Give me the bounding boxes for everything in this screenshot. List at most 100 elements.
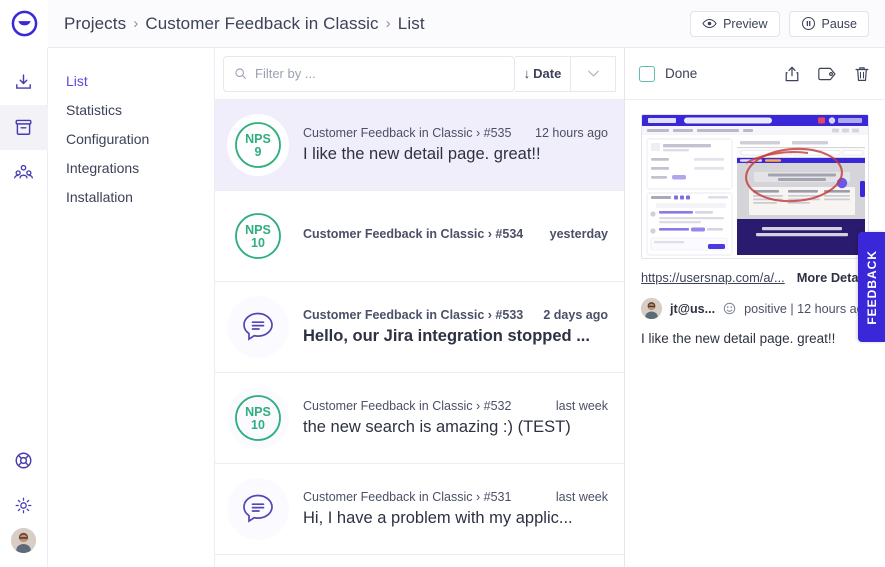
breadcrumb: Projects › Customer Feedback in Classic … bbox=[48, 14, 690, 34]
done-checkbox[interactable] bbox=[639, 66, 655, 82]
list-item[interactable]: Customer Feedback in Classic › #531 last… bbox=[215, 464, 624, 555]
nav-item-integrations[interactable]: Integrations bbox=[48, 153, 214, 182]
screenshot-thumbnail[interactable] bbox=[641, 114, 869, 259]
rail-item-settings[interactable] bbox=[0, 483, 48, 528]
app-root: Projects › Customer Feedback in Classic … bbox=[0, 0, 885, 567]
rail-item-inbox[interactable] bbox=[0, 60, 48, 105]
sort-dropdown-button[interactable] bbox=[571, 56, 616, 92]
list-item[interactable]: Customer Feedback in Classic › #533 2 da… bbox=[215, 282, 624, 373]
breadcrumb-item-projects[interactable]: Projects bbox=[64, 14, 126, 34]
search-field-wrapper[interactable] bbox=[223, 56, 515, 92]
breadcrumb-item-project[interactable]: Customer Feedback in Classic bbox=[145, 14, 378, 34]
sort-by-date-button[interactable]: ↓ Date bbox=[515, 56, 571, 92]
rail-item-user-avatar[interactable] bbox=[11, 528, 36, 553]
pause-circle-icon bbox=[801, 16, 816, 31]
source-url-link[interactable]: https://usersnap.com/a/... bbox=[641, 270, 785, 285]
author-name: jt@us... bbox=[670, 302, 715, 316]
done-label: Done bbox=[665, 66, 697, 81]
list-item-time: yesterday bbox=[550, 227, 608, 241]
source-url-row: https://usersnap.com/a/... More Details bbox=[641, 270, 871, 285]
list-item-meta: Customer Feedback in Classic › #534 yest… bbox=[303, 227, 608, 241]
lifebuoy-help-icon bbox=[13, 450, 34, 471]
list-item-content: Customer Feedback in Classic › #533 2 da… bbox=[303, 308, 608, 346]
list-item[interactable]: Customer Feedback in Classic › #530 last… bbox=[215, 555, 624, 567]
feedback-tab-label: FEEDBACK bbox=[865, 250, 879, 325]
nav-item-label: Configuration bbox=[66, 131, 149, 147]
nps-score-icon: NPS 10 bbox=[227, 387, 289, 449]
nps-score-icon: NPS 10 bbox=[227, 205, 289, 267]
list-item[interactable]: NPS 10 Customer Feedback in Classic › #5… bbox=[215, 191, 624, 282]
sort-arrow-icon: ↓ bbox=[524, 66, 531, 81]
list-item-content: Customer Feedback in Classic › #532 last… bbox=[303, 399, 608, 437]
feedback-list[interactable]: NPS 9 Customer Feedback in Classic › #53… bbox=[215, 100, 624, 567]
nps-score: 9 bbox=[255, 145, 262, 159]
rail-item-projects[interactable] bbox=[0, 105, 48, 150]
trash-delete-icon[interactable] bbox=[853, 65, 871, 83]
detail-header-actions bbox=[783, 65, 871, 83]
breadcrumb-separator: › bbox=[386, 15, 391, 32]
feedback-list-column: ↓ Date NPS 9 bbox=[215, 48, 625, 567]
rail-item-team[interactable] bbox=[0, 150, 48, 195]
nps-badge: NPS 10 bbox=[227, 205, 289, 267]
list-item-source: Customer Feedback in Classic › #534 bbox=[303, 227, 523, 241]
top-bar: Projects › Customer Feedback in Classic … bbox=[0, 0, 885, 48]
sentiment-and-time: positive | 12 hours ago bbox=[744, 302, 871, 316]
nav-item-statistics[interactable]: Statistics bbox=[48, 95, 214, 124]
search-input[interactable] bbox=[255, 66, 504, 81]
breadcrumb-item-list[interactable]: List bbox=[398, 14, 425, 34]
feedback-comment-text: I like the new detail page. great!! bbox=[641, 331, 871, 346]
chevron-down-icon bbox=[585, 65, 602, 82]
app-logo[interactable] bbox=[0, 0, 48, 48]
nav-item-label: Installation bbox=[66, 189, 133, 205]
author-avatar bbox=[641, 298, 662, 319]
inbox-download-icon bbox=[13, 72, 34, 93]
feedback-tab-button[interactable]: FEEDBACK bbox=[858, 232, 885, 342]
nav-item-configuration[interactable]: Configuration bbox=[48, 124, 214, 153]
comment-bubble-icon bbox=[227, 478, 289, 540]
feedback-detail-panel: Done bbox=[625, 48, 885, 567]
icon-rail bbox=[0, 48, 48, 567]
list-item-time: last week bbox=[556, 399, 608, 413]
list-item[interactable]: NPS 9 Customer Feedback in Classic › #53… bbox=[215, 100, 624, 191]
body-row: List Statistics Configuration Integratio… bbox=[0, 48, 885, 567]
preview-button[interactable]: Preview bbox=[690, 11, 779, 37]
nps-label: NPS bbox=[245, 223, 271, 237]
pause-button[interactable]: Pause bbox=[789, 11, 869, 37]
rail-item-help[interactable] bbox=[0, 438, 48, 483]
comment-badge bbox=[227, 296, 289, 358]
list-item-source: Customer Feedback in Classic › #531 bbox=[303, 490, 511, 504]
tag-label-icon[interactable] bbox=[817, 65, 837, 83]
usersnap-logo-icon bbox=[11, 10, 38, 37]
list-item-meta: Customer Feedback in Classic › #533 2 da… bbox=[303, 308, 608, 322]
list-item-time: 2 days ago bbox=[543, 308, 608, 322]
author-row: jt@us... positive | 12 hours ago bbox=[641, 298, 871, 319]
nps-score: 10 bbox=[251, 418, 265, 432]
top-bar-actions: Preview Pause bbox=[690, 11, 885, 37]
comment-badge bbox=[227, 478, 289, 540]
nps-label: NPS bbox=[245, 405, 271, 419]
screenshot-preview-image bbox=[642, 115, 869, 259]
list-item-title: I like the new detail page. great!! bbox=[303, 145, 608, 164]
list-item-meta: Customer Feedback in Classic › #531 last… bbox=[303, 490, 608, 504]
nav-item-installation[interactable]: Installation bbox=[48, 182, 214, 211]
eye-icon bbox=[702, 16, 717, 31]
detail-header: Done bbox=[625, 48, 885, 100]
project-nav: List Statistics Configuration Integratio… bbox=[48, 48, 215, 567]
list-item-title: Hello, our Jira integration stopped ... bbox=[303, 327, 608, 346]
team-people-icon bbox=[13, 162, 34, 183]
list-item[interactable]: NPS 10 Customer Feedback in Classic › #5… bbox=[215, 373, 624, 464]
nps-badge: NPS 9 bbox=[227, 114, 289, 176]
nps-score-icon: NPS 9 bbox=[227, 114, 289, 176]
nav-item-list[interactable]: List bbox=[48, 66, 214, 95]
comment-bubble-icon bbox=[227, 296, 289, 358]
sort-label: Date bbox=[533, 66, 561, 81]
preview-label: Preview bbox=[723, 17, 767, 31]
nav-item-label: Integrations bbox=[66, 160, 139, 176]
author-avatar-icon bbox=[641, 298, 662, 319]
list-item-meta: Customer Feedback in Classic › #532 last… bbox=[303, 399, 608, 413]
list-item-time: last week bbox=[556, 490, 608, 504]
list-item-source: Customer Feedback in Classic › #532 bbox=[303, 399, 511, 413]
filter-bar: ↓ Date bbox=[215, 48, 624, 100]
share-upload-icon[interactable] bbox=[783, 65, 801, 83]
list-item-time: 12 hours ago bbox=[535, 126, 608, 140]
